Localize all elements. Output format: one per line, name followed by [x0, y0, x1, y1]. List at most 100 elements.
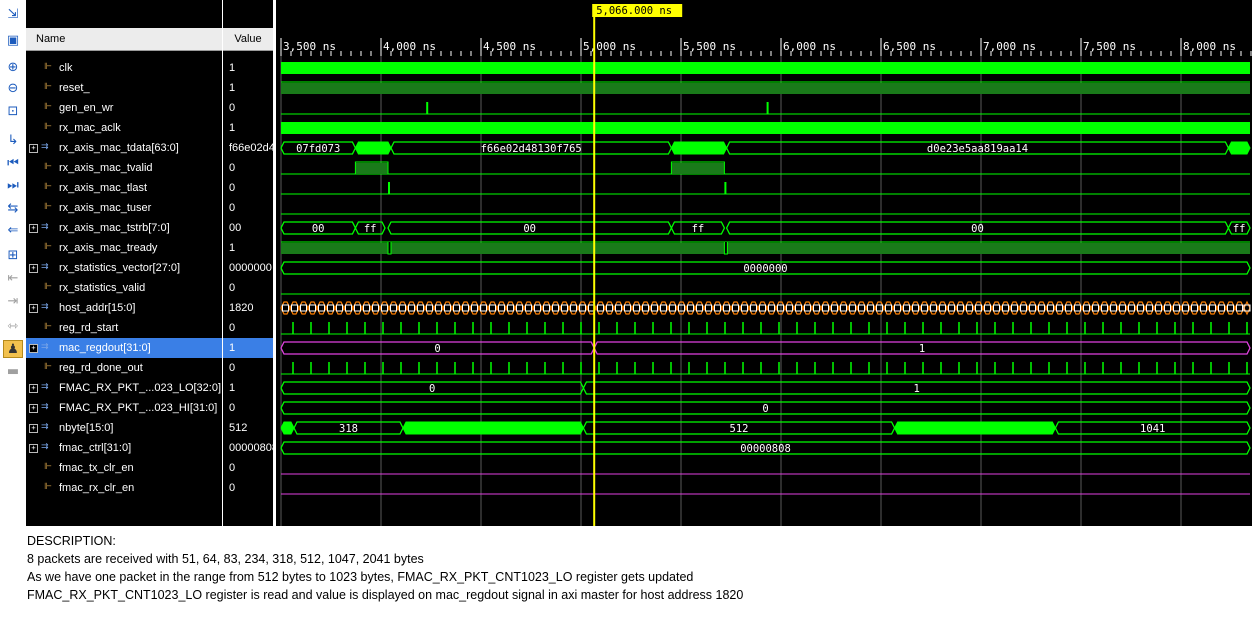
- signal-name: gen_en_wr: [59, 102, 114, 114]
- pulse-mark: [388, 182, 390, 194]
- zoom-in-icon[interactable]: ⊕: [3, 59, 23, 77]
- signal-value: 1: [229, 82, 236, 94]
- signal-row-name[interactable]: ⊩ rx_axis_mac_tready: [26, 238, 222, 258]
- signal-value: 0: [229, 362, 236, 374]
- expand-toggle-icon[interactable]: +: [29, 404, 38, 413]
- signal-row-name[interactable]: ⊩ gen_en_wr: [26, 98, 222, 118]
- bus-signal-icon: ⇉: [41, 442, 49, 452]
- add-marker-icon[interactable]: ⊞: [3, 247, 23, 265]
- bus-dense-region: [670, 141, 728, 155]
- signal-name: reset_: [59, 82, 90, 94]
- zoom-fit-icon[interactable]: ⊡: [3, 103, 23, 121]
- signal-row-name[interactable]: + ⇉ nbyte[15:0]: [26, 418, 222, 438]
- name-column-header[interactable]: Name: [26, 28, 222, 51]
- bus-signal-icon: ⇉: [41, 422, 49, 432]
- waveform-panel[interactable]: 3,500 ns 4,000 ns 4,500 ns 5,000 ns 5,500 ns…: [276, 0, 1252, 526]
- signal-row-name[interactable]: ⊩ reg_rd_done_out: [26, 358, 222, 378]
- signal-row-name[interactable]: + ⇉ host_addr[15:0]: [26, 298, 222, 318]
- logic-signal-icon: ⊩: [44, 482, 52, 492]
- bus-value-label: ff: [364, 223, 377, 235]
- signal-row-name[interactable]: + ⇉ rx_statistics_vector[27:0]: [26, 258, 222, 278]
- swap-icon[interactable]: ⇆: [3, 200, 23, 218]
- signal-row-name[interactable]: ⊩ rx_mac_aclk: [26, 118, 222, 138]
- signal-value: 0: [229, 282, 236, 294]
- description-line-3: FMAC_RX_PKT_CNT1023_LO register is read …: [27, 588, 744, 602]
- go-start-icon[interactable]: ⏮: [3, 155, 23, 173]
- signal-value-panel: Value 1 1 0 1 f66e02d4 0 0 0 00 1 0000000 0 1820 0 1 0 1…: [223, 0, 273, 526]
- cursor-icon[interactable]: ↳: [3, 132, 23, 150]
- bus-value-label: d0e23e5aa819aa14: [927, 143, 1028, 155]
- next-marker-icon[interactable]: ⇥: [3, 293, 23, 311]
- save-icon[interactable]: ▣: [3, 32, 23, 50]
- signal-row-name[interactable]: ⊩ rx_statistics_valid: [26, 278, 222, 298]
- signal-name: rx_axis_mac_tlast: [59, 182, 148, 194]
- signal-row-name[interactable]: + ⇉ FMAC_RX_PKT_...023_HI[31:0]: [26, 398, 222, 418]
- bus-value-label: 00: [312, 223, 325, 235]
- signal-value: 0: [229, 402, 236, 414]
- signal-row-name[interactable]: + ⇉ rx_axis_mac_tdata[63:0]: [26, 138, 222, 158]
- signal-name: rx_statistics_valid: [59, 282, 146, 294]
- bus-value-label: 00: [971, 223, 984, 235]
- signal-row-name[interactable]: + ⇉ fmac_ctrl[31:0]: [26, 438, 222, 458]
- logic-signal-icon: ⊩: [44, 162, 52, 172]
- logic-signal-icon: ⊩: [44, 462, 52, 472]
- pulse-mark: [724, 182, 727, 194]
- expand-toggle-icon[interactable]: +: [29, 264, 38, 273]
- bus-signal-icon: ⇉: [41, 342, 49, 352]
- expand-icon[interactable]: ⇲: [3, 6, 23, 24]
- signal-name: reg_rd_done_out: [59, 362, 143, 374]
- snap-icon[interactable]: ⇿: [3, 318, 23, 336]
- logic-signal-icon: ⊩: [44, 322, 52, 332]
- expand-toggle-icon[interactable]: +: [29, 344, 38, 353]
- signal-value: 00000808: [229, 442, 273, 454]
- signal-name: mac_regdout[31:0]: [59, 342, 151, 354]
- logic-signal-icon: ⊩: [44, 202, 52, 212]
- signal-row-name[interactable]: ⊩ rx_axis_mac_tuser: [26, 198, 222, 218]
- cursor-time-label: 5,066.000 ns: [596, 5, 672, 17]
- signal-row-name[interactable]: ⊩ fmac_rx_clr_en: [26, 478, 222, 498]
- logic-signal-icon: ⊩: [44, 362, 52, 372]
- expand-toggle-icon[interactable]: +: [29, 224, 38, 233]
- signal-row-name[interactable]: ⊩ clk: [26, 58, 222, 78]
- signal-name: host_addr[15:0]: [59, 302, 136, 314]
- signal-row-name[interactable]: ⊩ fmac_tx_clr_en: [26, 458, 222, 478]
- signal-value: 1: [229, 242, 236, 254]
- prev-transition-icon[interactable]: ⇐: [3, 222, 23, 240]
- expand-toggle-icon[interactable]: +: [29, 424, 38, 433]
- waveform-canvas[interactable]: 3,500 ns 4,000 ns 4,500 ns 5,000 ns 5,500 ns…: [276, 0, 1252, 526]
- prev-marker-icon[interactable]: ⇤: [3, 270, 23, 288]
- signal-row-name[interactable]: ⊩ reset_: [26, 78, 222, 98]
- expand-toggle-icon[interactable]: +: [29, 444, 38, 453]
- ruler-icon[interactable]: ▬: [3, 363, 23, 381]
- signal-name-panel: Name ⊩ clk ⊩ reset_ ⊩ gen_en_wr ⊩ rx_mac_aclk + ⇉…: [26, 0, 222, 526]
- signal-row-name[interactable]: + ⇉ FMAC_RX_PKT_...023_LO[32:0]: [26, 378, 222, 398]
- value-column-header[interactable]: Value: [223, 28, 273, 51]
- signal-value: 0: [229, 462, 236, 474]
- bus-signal-icon: ⇉: [41, 382, 49, 392]
- signal-row-name[interactable]: ⊩ reg_rd_start: [26, 318, 222, 338]
- high-region: [281, 243, 1250, 254]
- go-end-icon[interactable]: ⏭: [3, 177, 23, 195]
- expand-toggle-icon[interactable]: +: [29, 144, 38, 153]
- signal-row-name[interactable]: + ⇉ rx_axis_mac_tstrb[7:0]: [26, 218, 222, 238]
- bus-value-label: 0: [434, 343, 440, 355]
- clock-waveform: [281, 122, 1250, 134]
- signal-value: f66e02d4: [229, 142, 273, 154]
- bus-dense-region: [402, 421, 584, 435]
- expand-toggle-icon[interactable]: +: [29, 304, 38, 313]
- signal-value: 0: [229, 102, 236, 114]
- clock-waveform: [281, 62, 1250, 74]
- logic-signal-icon: ⊩: [44, 282, 52, 292]
- signal-name: reg_rd_start: [59, 322, 119, 334]
- signal-value: 1: [223, 338, 273, 358]
- signal-row-name[interactable]: + ⇉ mac_regdout[31:0]: [26, 338, 222, 358]
- high-region: [355, 163, 388, 174]
- signal-row-name[interactable]: ⊩ rx_axis_mac_tlast: [26, 178, 222, 198]
- signal-row-name[interactable]: ⊩ rx_axis_mac_tvalid: [26, 158, 222, 178]
- signal-value: 0: [229, 482, 236, 494]
- zoom-out-icon[interactable]: ⊖: [3, 80, 23, 98]
- signal-name: FMAC_RX_PKT_...023_HI[31:0]: [59, 402, 218, 414]
- cursor-mode-icon[interactable]: ♟: [3, 340, 23, 358]
- signal-name: rx_axis_mac_tvalid: [59, 162, 153, 174]
- expand-toggle-icon[interactable]: +: [29, 384, 38, 393]
